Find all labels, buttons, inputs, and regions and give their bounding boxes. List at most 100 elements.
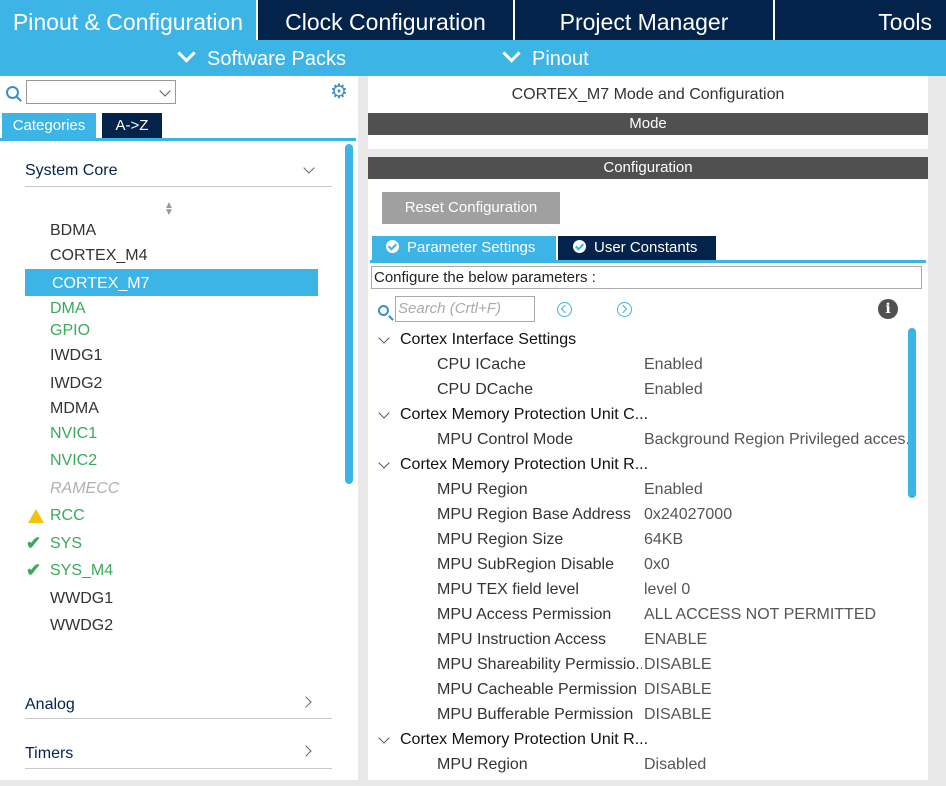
chevron-down-icon[interactable]	[378, 332, 390, 344]
pinout-menu[interactable]: Pinout	[502, 40, 589, 76]
tab-project-manager[interactable]: Project Manager	[515, 0, 773, 40]
configure-description: Configure the below parameters :	[371, 266, 922, 289]
mode-area	[368, 135, 928, 150]
scrollbar[interactable]	[345, 144, 353, 484]
tab-parameter-settings[interactable]: Parameter Settings	[372, 236, 556, 260]
list-item-nvic2[interactable]: NVIC2	[50, 452, 97, 470]
tab-a-z[interactable]: A->Z	[102, 113, 162, 138]
param-name: CPU ICache	[437, 356, 526, 373]
param-name: MPU Shareability Permissio...	[437, 656, 642, 673]
tab-pinout-configuration[interactable]: Pinout & Configuration	[0, 0, 256, 40]
categories-panel: ⚙ Categories A->Z System Core ▲ ▼ BDMA CO…	[0, 76, 358, 786]
param-value[interactable]: 64KB	[644, 531, 912, 549]
software-packs-menu[interactable]: Software Packs	[177, 40, 346, 76]
tab-clock-configuration[interactable]: Clock Configuration	[258, 0, 513, 40]
reset-configuration-button[interactable]: Reset Configuration	[382, 192, 560, 224]
param-value[interactable]: Enabled	[644, 356, 912, 374]
param-value[interactable]: Enabled	[644, 481, 912, 499]
param-value[interactable]: 0x24027000	[644, 506, 912, 524]
chevron-right-icon[interactable]	[300, 696, 312, 708]
divider	[25, 186, 332, 187]
mode-header: Mode	[368, 113, 928, 135]
check-circle-icon	[573, 240, 586, 253]
tab-underline	[370, 260, 926, 263]
list-item-bdma[interactable]: BDMA	[50, 222, 96, 240]
tab-user-constants[interactable]: User Constants	[558, 236, 716, 260]
splitter[interactable]	[368, 149, 928, 157]
panel-divider[interactable]	[358, 76, 368, 786]
param-value[interactable]: Enabled	[644, 381, 912, 399]
info-icon[interactable]: i	[878, 299, 898, 319]
list-item-nvic1[interactable]: NVIC1	[50, 425, 97, 443]
param-value[interactable]: DISABLE	[644, 681, 912, 699]
list-item-dma[interactable]: DMA	[50, 300, 86, 318]
list-item-iwdg1[interactable]: IWDG1	[50, 347, 102, 365]
check-icon: ✔	[26, 533, 42, 553]
bottom-border	[0, 780, 946, 786]
param-value[interactable]: ENABLE	[644, 631, 912, 649]
param-name: CPU DCache	[437, 381, 534, 398]
param-name: MPU Instruction Access	[437, 631, 606, 648]
list-item-sys-m4[interactable]: SYS_M4	[50, 562, 113, 580]
param-name: MPU Region Size	[437, 531, 564, 548]
chevron-down-icon	[159, 85, 171, 97]
search-combo[interactable]	[26, 80, 176, 104]
panel-title: CORTEX_M7 Mode and Configuration	[511, 86, 785, 103]
chevron-down-icon	[177, 44, 196, 63]
param-value[interactable]: Disabled	[644, 756, 912, 774]
group-mpu-region-1[interactable]: Cortex Memory Protection Unit R...	[400, 731, 648, 749]
parameter-search-input[interactable]: Search (Crtl+F)	[395, 296, 535, 322]
warning-icon	[28, 509, 44, 523]
sort-icon[interactable]: ▲ ▼	[164, 201, 174, 218]
divider	[25, 768, 332, 769]
group-mpu-control[interactable]: Cortex Memory Protection Unit C...	[400, 406, 648, 424]
list-item-iwdg2[interactable]: IWDG2	[50, 375, 102, 393]
tab-categories[interactable]: Categories	[2, 113, 96, 138]
tab-tools[interactable]: Tools	[775, 0, 946, 40]
list-item-cortex-m4[interactable]: CORTEX_M4	[50, 247, 148, 265]
chevron-down-icon	[502, 44, 521, 63]
param-value[interactable]: level 0	[644, 581, 912, 599]
list-item-ramecc[interactable]: RAMECC	[50, 480, 119, 498]
check-icon: ✔	[26, 560, 42, 580]
param-name: MPU TEX field level	[437, 581, 579, 598]
divider	[25, 718, 332, 719]
previous-result-icon[interactable]	[557, 302, 572, 317]
list-item-rcc[interactable]: RCC	[50, 507, 85, 525]
param-value[interactable]: DISABLE	[644, 656, 912, 674]
configuration-header: Configuration	[368, 157, 928, 179]
group-cortex-interface-settings[interactable]: Cortex Interface Settings	[400, 331, 576, 349]
configuration-panel: CORTEX_M7 Mode and Configuration Mode Co…	[368, 76, 928, 786]
scrollbar[interactable]	[908, 328, 916, 498]
side-strip	[928, 76, 946, 786]
section-analog[interactable]: Analog	[25, 696, 75, 714]
section-timers[interactable]: Timers	[25, 745, 73, 763]
param-value[interactable]: 0x0	[644, 556, 912, 574]
param-name: MPU Access Permission	[437, 606, 612, 623]
pinout-label: Pinout	[532, 48, 589, 70]
param-name: MPU Bufferable Permission	[437, 706, 634, 723]
list-item-wwdg1[interactable]: WWDG1	[50, 590, 113, 608]
param-value[interactable]: Background Region Privileged acces...	[644, 431, 912, 449]
chevron-down-icon[interactable]	[303, 162, 315, 174]
gear-icon[interactable]: ⚙	[330, 82, 348, 102]
chevron-right-icon[interactable]	[300, 745, 312, 757]
list-item-sys[interactable]: SYS	[50, 535, 82, 553]
search-icon[interactable]	[6, 86, 19, 99]
param-value[interactable]: ALL ACCESS NOT PERMITTED	[644, 606, 912, 624]
param-name: MPU Region	[437, 756, 528, 773]
tab-underline	[0, 138, 356, 141]
list-item-mdma[interactable]: MDMA	[50, 400, 99, 418]
list-item-gpio[interactable]: GPIO	[50, 322, 90, 340]
param-value[interactable]: DISABLE	[644, 706, 912, 724]
param-name: MPU Control Mode	[437, 431, 574, 448]
chevron-down-icon[interactable]	[378, 407, 390, 419]
chevron-down-icon[interactable]	[378, 732, 390, 744]
next-result-icon[interactable]	[617, 302, 632, 317]
list-item-cortex-m7[interactable]: CORTEX_M7	[52, 275, 150, 293]
list-item-wwdg2[interactable]: WWDG2	[50, 617, 113, 635]
section-system-core[interactable]: System Core	[25, 162, 117, 180]
chevron-down-icon[interactable]	[378, 457, 390, 469]
group-mpu-region-0[interactable]: Cortex Memory Protection Unit R...	[400, 456, 648, 474]
search-icon	[378, 305, 389, 316]
